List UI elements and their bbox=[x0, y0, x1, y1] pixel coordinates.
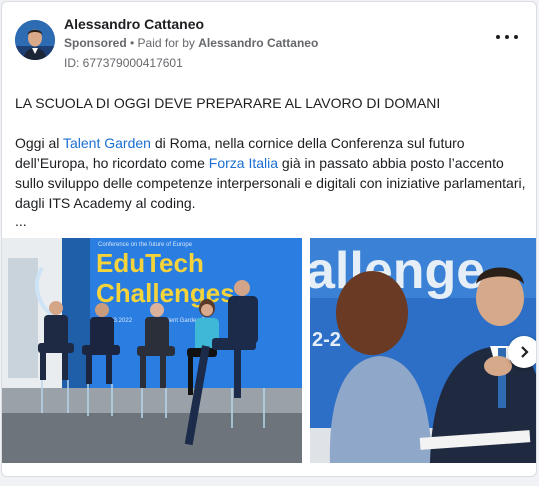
avatar[interactable] bbox=[15, 20, 55, 60]
carousel-image-2[interactable]: allenge 2-2 bbox=[310, 238, 536, 463]
ad-id: ID: 677379000417601 bbox=[64, 56, 183, 70]
paid-for-name[interactable]: Alessandro Cattaneo bbox=[198, 36, 318, 50]
profile-photo bbox=[15, 20, 55, 60]
more-horizontal-icon bbox=[496, 35, 518, 39]
forza-italia-link[interactable]: Forza Italia bbox=[209, 155, 278, 171]
chevron-right-icon bbox=[517, 345, 531, 359]
sponsored-post-card: Alessandro Cattaneo Sponsored • Paid for… bbox=[1, 1, 537, 477]
post-body: Oggi al Talent Garden di Roma, nella cor… bbox=[15, 133, 527, 213]
banner-title-1: EduTech bbox=[96, 248, 204, 278]
body-text-1: Oggi al bbox=[15, 135, 63, 151]
sponsored-line: Sponsored • Paid for by Alessandro Catta… bbox=[64, 36, 318, 50]
more-options-button[interactable] bbox=[496, 30, 518, 44]
paid-for-prefix: • Paid for by bbox=[130, 36, 195, 50]
carousel-image-1[interactable]: Conference on the future of Europe EduTe… bbox=[2, 238, 302, 463]
post-headline: LA SCUOLA DI OGGI DEVE PREPARARE AL LAVO… bbox=[15, 95, 441, 111]
sponsored-label: Sponsored bbox=[64, 36, 127, 50]
carousel-next-button[interactable] bbox=[508, 336, 536, 368]
talent-garden-link[interactable]: Talent Garden bbox=[63, 135, 151, 151]
banner-small-text-2: 2-2 bbox=[312, 329, 341, 351]
author-name[interactable]: Alessandro Cattaneo bbox=[64, 16, 204, 32]
see-more-ellipsis[interactable]: ... bbox=[15, 213, 27, 229]
